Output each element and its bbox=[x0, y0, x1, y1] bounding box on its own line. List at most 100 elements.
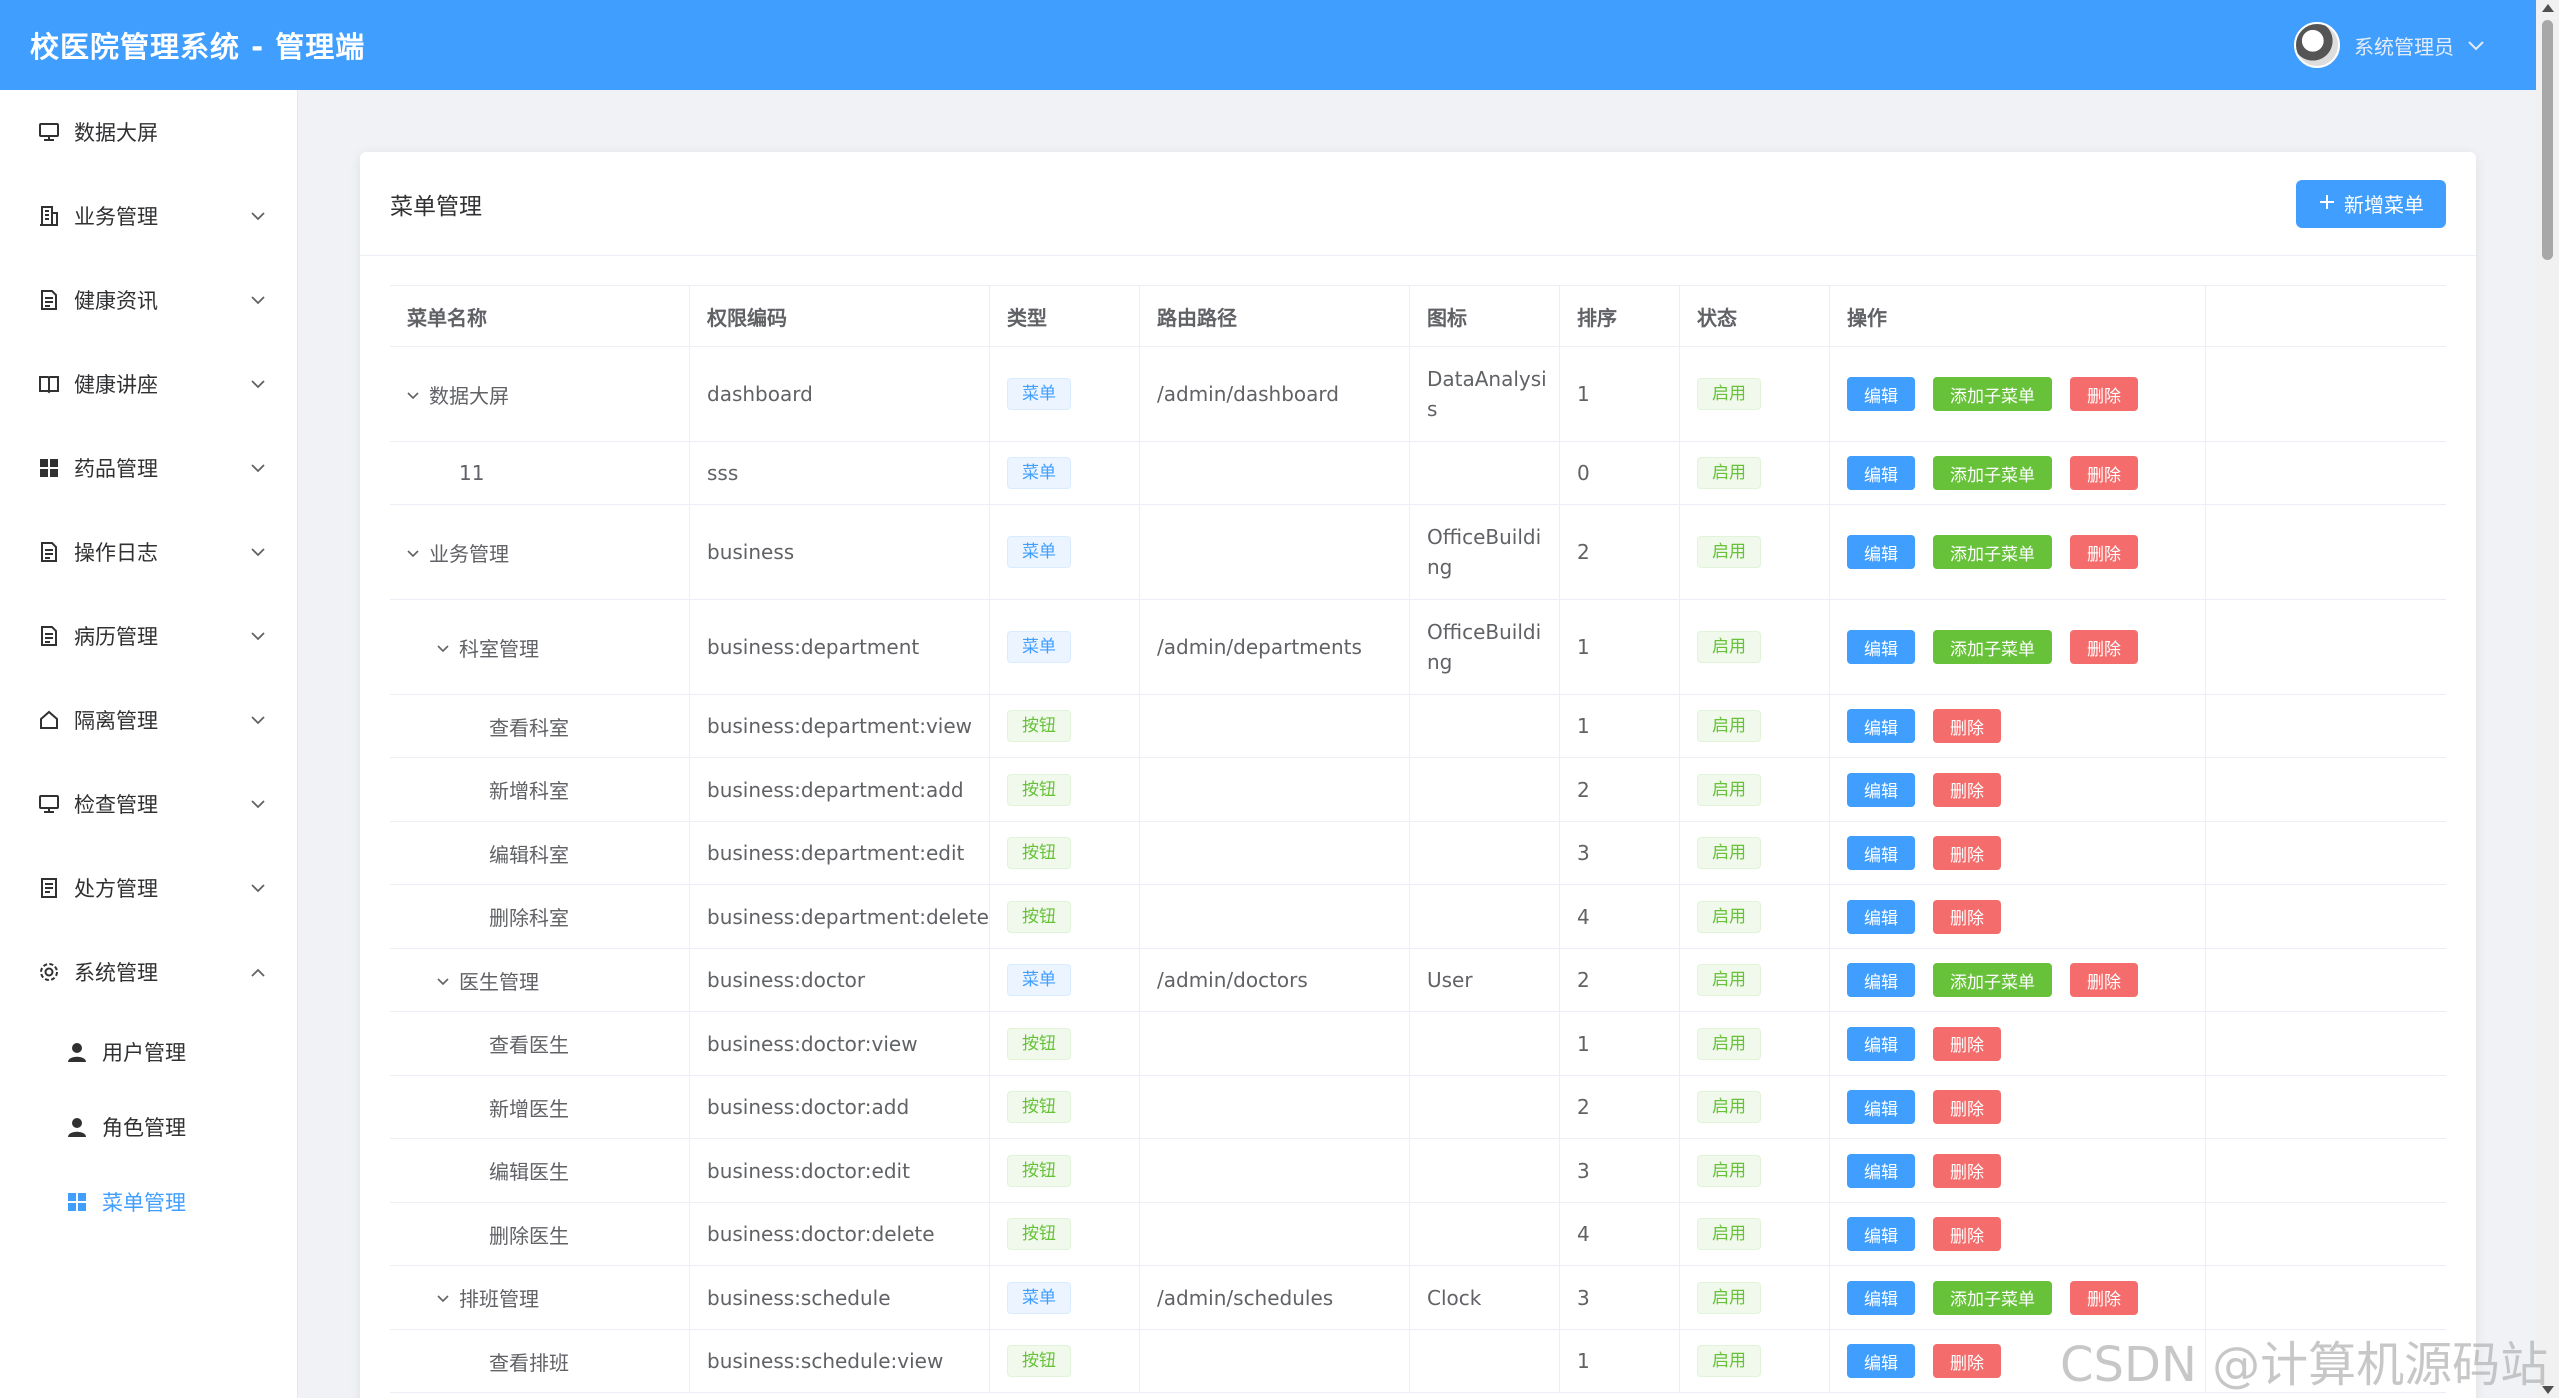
delete-button[interactable]: 删除 bbox=[1933, 1344, 2001, 1378]
sidebar-subitem-label: 角色管理 bbox=[102, 1115, 186, 1140]
chevron-down-icon[interactable] bbox=[407, 543, 423, 562]
chevron-down-icon[interactable] bbox=[2468, 35, 2484, 56]
add-menu-button[interactable]: 新增菜单 bbox=[2296, 179, 2446, 228]
edit-button[interactable]: 编辑 bbox=[1847, 1217, 1915, 1251]
menu-name: 查看排班 bbox=[489, 1350, 569, 1375]
delete-button[interactable]: 删除 bbox=[1933, 772, 2001, 807]
sidebar-item-6[interactable]: 病历管理 bbox=[0, 594, 297, 678]
type-tag: 菜单 bbox=[1007, 1281, 1071, 1314]
code-cell: business bbox=[690, 505, 990, 599]
code-cell: business:department:delete bbox=[690, 885, 990, 948]
add-child-button[interactable]: 添加子菜单 bbox=[1933, 630, 2052, 664]
edit-button[interactable]: 编辑 bbox=[1847, 1026, 1915, 1061]
page-scrollbar[interactable] bbox=[2536, 0, 2559, 1398]
add-child-button[interactable]: 添加子菜单 bbox=[1933, 963, 2052, 997]
filler-cell bbox=[2206, 822, 2446, 884]
sidebar-item-10[interactable]: 系统管理 bbox=[0, 930, 297, 1014]
edit-button[interactable]: 编辑 bbox=[1847, 630, 1915, 664]
sidebar-item-9[interactable]: 处方管理 bbox=[0, 846, 297, 930]
sidebar-item-1[interactable]: 业务管理 bbox=[0, 174, 297, 258]
edit-button[interactable]: 编辑 bbox=[1847, 709, 1915, 743]
chevron-down-icon[interactable] bbox=[437, 1288, 453, 1307]
sort-cell: 2 bbox=[1560, 505, 1680, 599]
chevron-down-icon[interactable] bbox=[407, 385, 423, 404]
sidebar-item-5[interactable]: 操作日志 bbox=[0, 510, 297, 594]
user-menu[interactable]: 系统管理员 bbox=[2294, 22, 2484, 68]
sort-cell: 2 bbox=[1560, 1076, 1680, 1138]
name-cell: 删除科室 bbox=[390, 885, 690, 948]
status-cell: 启用 bbox=[1680, 822, 1830, 884]
delete-button[interactable]: 删除 bbox=[2070, 630, 2138, 664]
delete-button[interactable]: 删除 bbox=[2070, 963, 2138, 997]
edit-button[interactable]: 编辑 bbox=[1847, 1344, 1915, 1378]
table-row: 编辑医生 business:doctor:edit 按钮 3 启用 编辑 删除 bbox=[390, 1139, 2446, 1203]
delete-button[interactable]: 删除 bbox=[1933, 1026, 2001, 1061]
delete-button[interactable]: 删除 bbox=[1933, 836, 2001, 870]
delete-button[interactable]: 删除 bbox=[1933, 1217, 2001, 1251]
table-row: 排班管理 business:schedule 菜单/admin/schedules C… bbox=[390, 1266, 2446, 1330]
sidebar: 数据大屏 业务管理健康资讯健康讲座 药品管理 操作日志 病历管理 隔离管理检查管理处方管理… bbox=[0, 90, 298, 1398]
code-cell: dashboard bbox=[690, 347, 990, 441]
edit-button[interactable]: 编辑 bbox=[1847, 899, 1915, 934]
sidebar-item-4[interactable]: 药品管理 bbox=[0, 426, 297, 510]
actions-cell: 编辑 删除 bbox=[1830, 1076, 2206, 1138]
delete-button[interactable]: 删除 bbox=[2070, 535, 2138, 569]
delete-button[interactable]: 删除 bbox=[1933, 1153, 2001, 1188]
delete-button[interactable]: 删除 bbox=[1933, 709, 2001, 743]
filler-cell bbox=[2206, 1203, 2446, 1265]
scroll-thumb[interactable] bbox=[2542, 20, 2553, 260]
code-cell: business:doctor:view bbox=[690, 1012, 990, 1075]
code-cell: business:doctor:delete bbox=[690, 1203, 990, 1265]
add-child-button[interactable]: 添加子菜单 bbox=[1933, 535, 2052, 569]
sidebar-item-3[interactable]: 健康讲座 bbox=[0, 342, 297, 426]
icon-cell: OfficeBuildi ng bbox=[1410, 505, 1560, 599]
path-cell bbox=[1140, 1330, 1410, 1392]
sidebar-subitem-2[interactable]: 菜单管理 bbox=[0, 1164, 297, 1239]
path-cell bbox=[1140, 1076, 1410, 1138]
edit-button[interactable]: 编辑 bbox=[1847, 535, 1915, 569]
sidebar-item-label: 检查管理 bbox=[74, 793, 158, 817]
chevron-down-icon bbox=[249, 795, 267, 813]
sidebar-item-7[interactable]: 隔离管理 bbox=[0, 678, 297, 762]
sidebar-item-8[interactable]: 检查管理 bbox=[0, 762, 297, 846]
edit-button[interactable]: 编辑 bbox=[1847, 456, 1915, 490]
icon-name-line: User bbox=[1427, 968, 1473, 992]
type-cell: 按钮 bbox=[990, 1012, 1140, 1075]
edit-button[interactable]: 编辑 bbox=[1847, 1153, 1915, 1188]
status-cell: 启用 bbox=[1680, 1012, 1830, 1075]
sidebar-subitem-1[interactable]: 角色管理 bbox=[0, 1089, 297, 1164]
icon-cell bbox=[1410, 1012, 1560, 1075]
edit-button[interactable]: 编辑 bbox=[1847, 377, 1915, 411]
status-badge: 启用 bbox=[1697, 1281, 1761, 1314]
edit-button[interactable]: 编辑 bbox=[1847, 1280, 1915, 1315]
add-child-button[interactable]: 添加子菜单 bbox=[1933, 1280, 2052, 1315]
sidebar-subitem-0[interactable]: 用户管理 bbox=[0, 1014, 297, 1089]
actions-cell: 编辑 添加子菜单 删除 bbox=[1830, 347, 2206, 441]
sidebar-item-label: 健康资讯 bbox=[74, 289, 158, 313]
sidebar-item-0[interactable]: 数据大屏 bbox=[0, 90, 297, 174]
avatar[interactable] bbox=[2294, 22, 2340, 68]
delete-button[interactable]: 删除 bbox=[2070, 1280, 2138, 1315]
edit-button[interactable]: 编辑 bbox=[1847, 1090, 1915, 1124]
gear-icon bbox=[36, 959, 62, 985]
delete-button[interactable]: 删除 bbox=[2070, 456, 2138, 490]
sidebar-item-label: 处方管理 bbox=[74, 877, 158, 901]
chevron-down-icon[interactable] bbox=[437, 971, 453, 990]
sidebar-item-2[interactable]: 健康资讯 bbox=[0, 258, 297, 342]
chevron-down-icon[interactable] bbox=[437, 638, 453, 657]
user-icon bbox=[64, 1039, 90, 1065]
menu-name: 数据大屏 bbox=[429, 383, 509, 408]
add-child-button[interactable]: 添加子菜单 bbox=[1933, 377, 2052, 411]
edit-button[interactable]: 编辑 bbox=[1847, 836, 1915, 870]
delete-button[interactable]: 删除 bbox=[1933, 899, 2001, 934]
edit-button[interactable]: 编辑 bbox=[1847, 772, 1915, 807]
header-type: 类型 bbox=[990, 286, 1140, 346]
actions-cell: 编辑 添加子菜单 删除 bbox=[1830, 1266, 2206, 1329]
scroll-up-arrow-icon[interactable] bbox=[2542, 4, 2554, 12]
delete-button[interactable]: 删除 bbox=[2070, 377, 2138, 411]
delete-button[interactable]: 删除 bbox=[1933, 1090, 2001, 1124]
user-name[interactable]: 系统管理员 bbox=[2354, 31, 2454, 60]
edit-button[interactable]: 编辑 bbox=[1847, 963, 1915, 997]
add-child-button[interactable]: 添加子菜单 bbox=[1933, 456, 2052, 490]
type-tag: 菜单 bbox=[1007, 457, 1071, 489]
